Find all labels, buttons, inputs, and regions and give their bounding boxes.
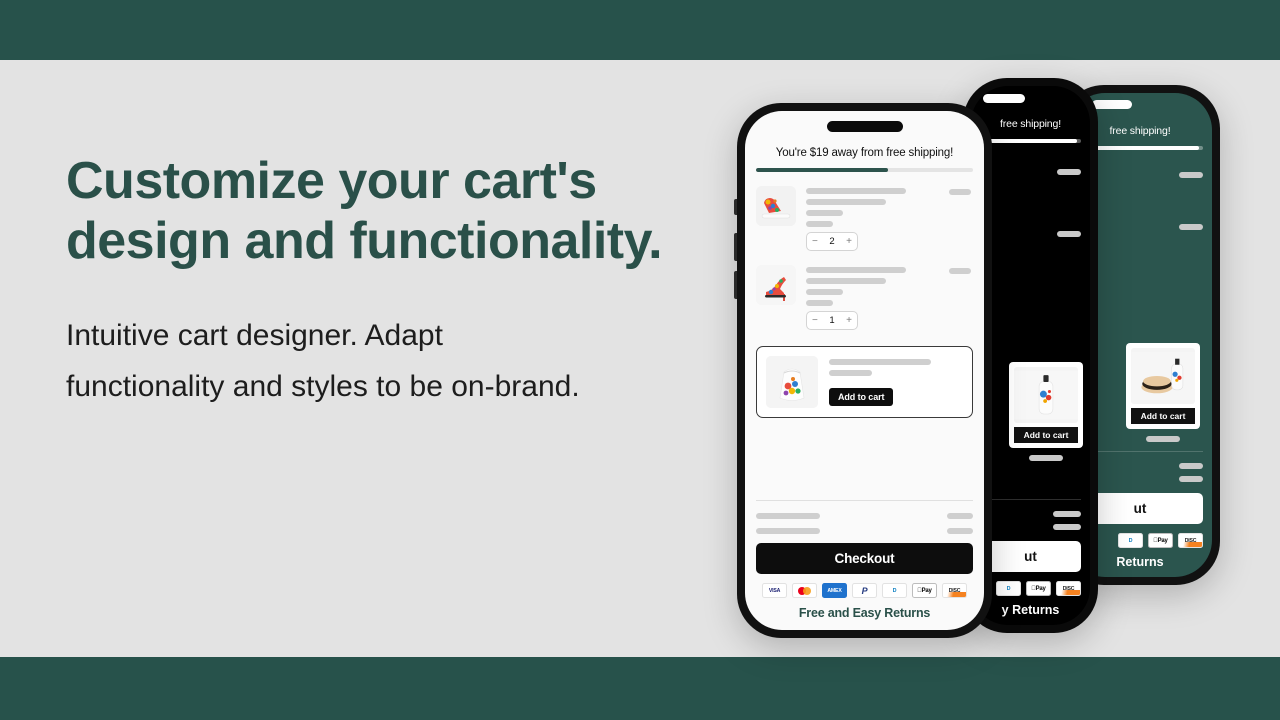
discover-icon: DISC	[1056, 581, 1081, 596]
subtotal-row	[756, 513, 973, 519]
free-shipping-progress	[756, 168, 973, 172]
returns-label: y Returns	[1001, 603, 1060, 617]
diners-icon: D	[996, 581, 1021, 596]
product-meta-placeholder	[806, 289, 843, 295]
cart-item-row[interactable]: − 1 +	[756, 265, 973, 330]
marketing-copy: Customize your cart's design and functio…	[66, 152, 666, 412]
page-title: Customize your cart's design and functio…	[66, 152, 663, 270]
total-value-placeholder	[1179, 463, 1203, 469]
amex-icon: AMEX	[822, 583, 847, 598]
cart-item-row[interactable]: − 2 +	[756, 186, 973, 251]
top-brand-band	[0, 0, 1280, 60]
product-variant-placeholder	[806, 199, 887, 205]
cart-footer: Checkout VISA AMEX P D Pay DISC Free an…	[756, 500, 973, 620]
upsell-details: Add to cart	[829, 358, 963, 406]
phone-mockup-white: You're $19 away from free shipping! − 2 …	[734, 103, 992, 638]
skeleton-line	[1029, 455, 1063, 461]
applepay-icon: Pay	[1148, 533, 1173, 548]
checkout-button[interactable]: ut	[980, 541, 1081, 572]
payment-methods: D Pay DISC	[980, 581, 1081, 596]
subtotal-value-placeholder	[947, 513, 973, 519]
free-shipping-message: free shipping!	[1000, 118, 1061, 130]
skeleton-line	[1146, 436, 1180, 442]
price-placeholder	[1057, 169, 1081, 175]
upsell-product-image	[766, 356, 818, 408]
price-placeholder	[949, 189, 971, 195]
upsell-product-image	[1131, 348, 1195, 404]
decrement-button[interactable]: −	[812, 315, 818, 326]
add-to-cart-button[interactable]: Add to cart	[1014, 427, 1078, 443]
total-value-placeholder	[1179, 476, 1203, 482]
product-meta-placeholder	[806, 300, 833, 306]
phone-white-screen: You're $19 away from free shipping! − 2 …	[745, 111, 984, 630]
price-placeholder	[1057, 231, 1081, 237]
diners-icon: D	[1118, 533, 1143, 548]
price-placeholder	[1179, 224, 1203, 230]
phone-black-footer: ut D Pay DISC y Returns	[980, 499, 1081, 617]
upsell-title-placeholder	[829, 358, 931, 365]
price-placeholder	[1179, 172, 1203, 178]
mute-switch	[734, 199, 737, 215]
mastercard-icon	[792, 583, 817, 598]
product-meta-placeholder	[806, 210, 843, 216]
upsell-card[interactable]: Add to cart	[756, 346, 973, 418]
product-meta-placeholder	[806, 221, 833, 227]
add-to-cart-button[interactable]: Add to cart	[1131, 408, 1195, 424]
total-row	[756, 528, 973, 534]
free-shipping-progress	[980, 139, 1081, 143]
add-to-cart-button[interactable]: Add to cart	[829, 387, 894, 406]
divider	[980, 499, 1081, 500]
cart-drawer: You're $19 away from free shipping! − 2 …	[745, 111, 984, 630]
subtotal-label-placeholder	[756, 513, 820, 519]
page-subtitle: Intuitive cart designer. Adapt functiona…	[66, 318, 580, 403]
upsell-card[interactable]: Add to cart	[1126, 343, 1200, 429]
quantity-value: 1	[829, 315, 835, 326]
volume-down-button	[734, 271, 737, 299]
quantity-stepper[interactable]: − 2 +	[806, 232, 858, 251]
bottom-brand-band	[0, 657, 1280, 720]
price-placeholder	[949, 268, 971, 274]
cart-item-details: − 2 +	[806, 186, 973, 251]
total-value-placeholder	[947, 528, 973, 534]
visa-icon: VISA	[762, 583, 787, 598]
product-title-placeholder	[806, 267, 907, 273]
returns-label: Free and Easy Returns	[798, 606, 931, 620]
upsell-product-image	[1014, 367, 1078, 423]
product-variant-placeholder	[806, 278, 887, 284]
volume-up-button	[734, 233, 737, 261]
divider	[756, 500, 973, 501]
discover-icon: DISC	[1178, 533, 1203, 548]
increment-button[interactable]: +	[846, 315, 852, 326]
total-value-placeholder	[1053, 524, 1081, 530]
product-thumbnail-sneaker	[756, 186, 796, 226]
quantity-value: 2	[829, 236, 835, 247]
total-label-placeholder	[756, 528, 820, 534]
paypal-icon: P	[852, 583, 877, 598]
upsell-card[interactable]: Add to cart	[1009, 362, 1083, 448]
discover-icon: DISC	[942, 583, 967, 598]
free-shipping-message: You're $19 away from free shipping!	[775, 147, 954, 159]
upsell-price-placeholder	[829, 369, 872, 376]
applepay-icon: Pay	[912, 583, 937, 598]
increment-button[interactable]: +	[846, 236, 852, 247]
decrement-button[interactable]: −	[812, 236, 818, 247]
diners-icon: D	[882, 583, 907, 598]
quantity-stepper[interactable]: − 1 +	[806, 311, 858, 330]
product-thumbnail-heel	[756, 265, 796, 305]
checkout-button[interactable]: Checkout	[756, 543, 973, 574]
payment-methods: VISA AMEX P D Pay DISC	[756, 583, 973, 598]
cart-item-details: − 1 +	[806, 265, 973, 330]
total-value-placeholder	[1053, 511, 1081, 517]
product-title-placeholder	[806, 188, 907, 194]
applepay-icon: Pay	[1026, 581, 1051, 596]
